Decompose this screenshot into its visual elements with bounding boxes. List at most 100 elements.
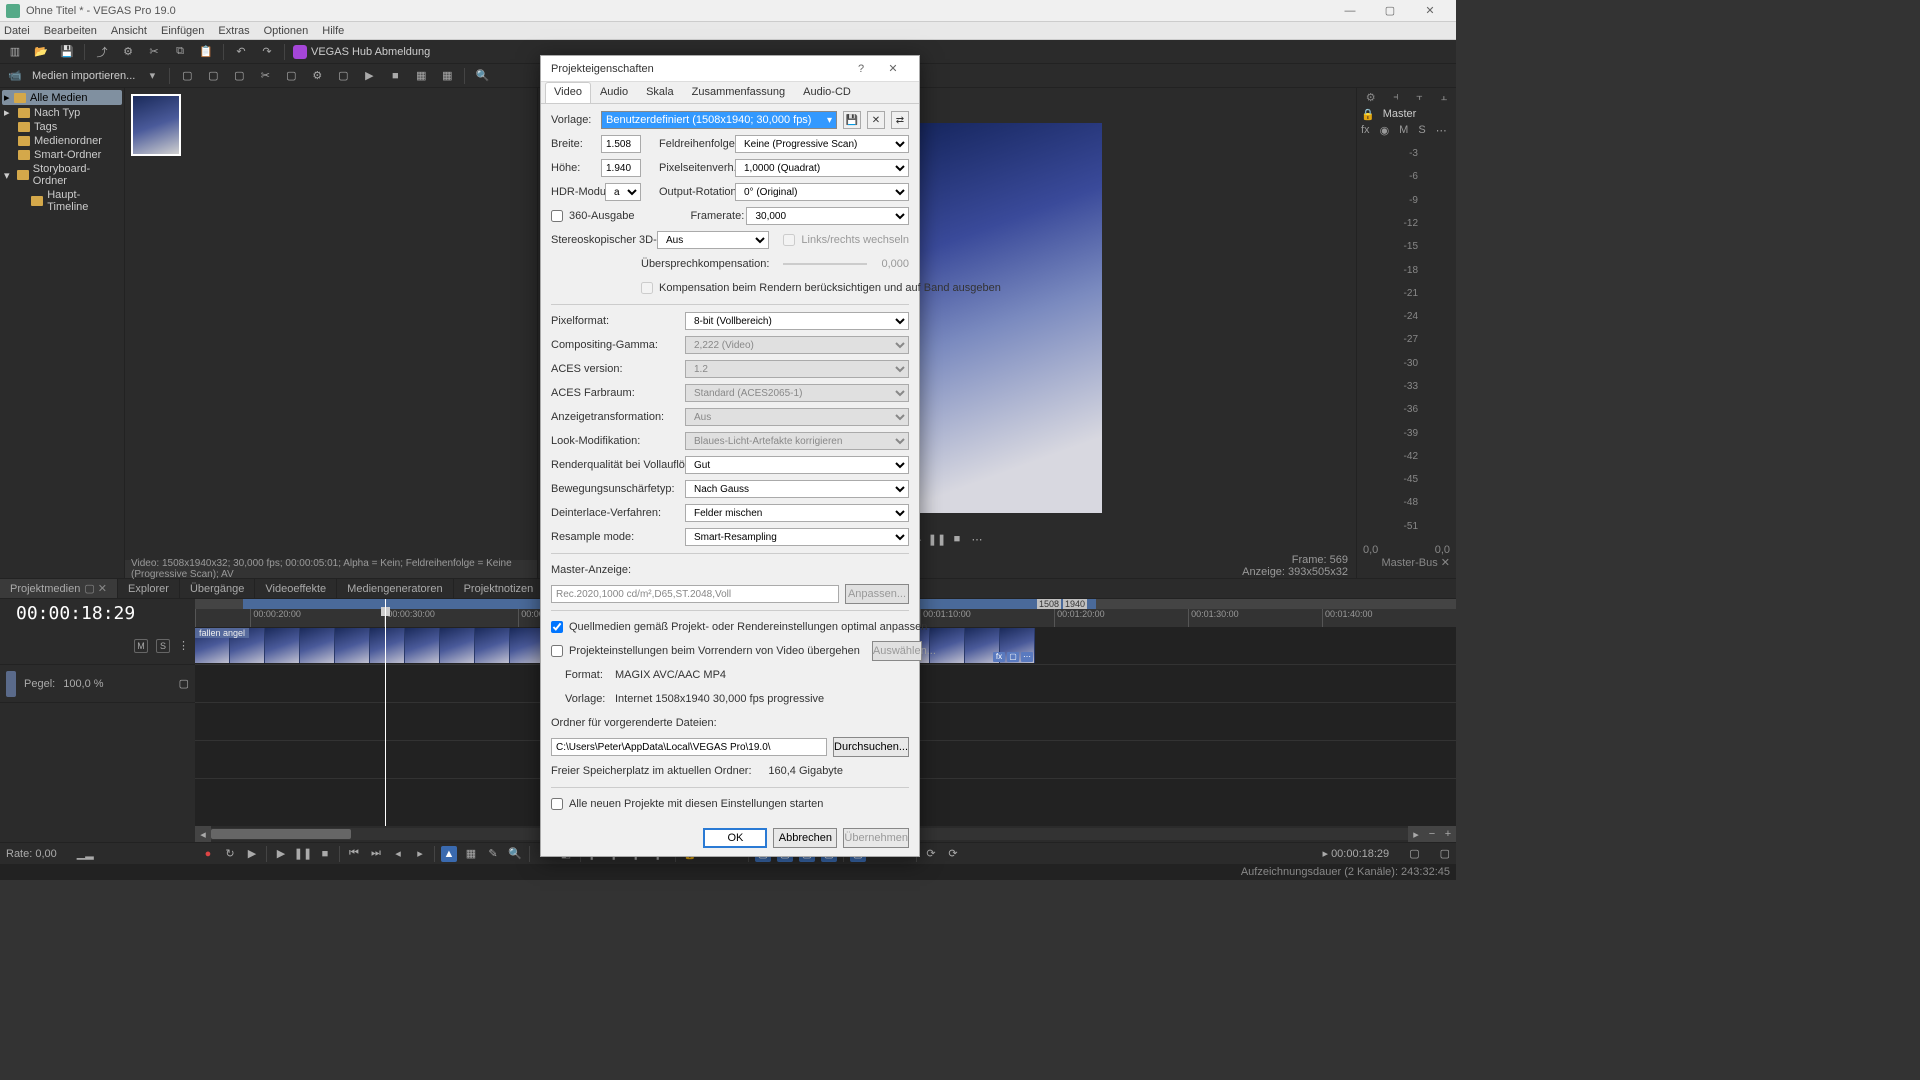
tab-explorer[interactable]: Explorer <box>118 579 180 598</box>
undo-icon[interactable]: ↶ <box>232 43 250 61</box>
go-start-icon[interactable]: ⏮ <box>346 846 362 862</box>
render-icon[interactable]: ⤴ <box>93 43 111 61</box>
hdr-select[interactable]: aus <box>605 183 641 201</box>
clip-gen-icon[interactable]: ▢ <box>1007 652 1019 662</box>
pixelaspect-select[interactable]: 1,0000 (Quadrat) <box>735 159 909 177</box>
preview-pause-icon[interactable]: ❚❚ <box>930 532 944 546</box>
playhead[interactable] <box>385 599 386 627</box>
t2-btn3[interactable]: ▢ <box>230 67 248 85</box>
cancel-button[interactable]: Abbrechen <box>773 828 837 848</box>
tree-medienordner[interactable]: Medienordner <box>2 134 122 148</box>
tree-storyboard[interactable]: ▾Storyboard-Ordner <box>2 162 122 188</box>
framerate-select[interactable]: 30,000 <box>746 207 909 225</box>
fieldorder-select[interactable]: Keine (Progressive Scan) <box>735 135 909 153</box>
capture-icon[interactable]: 📹 <box>6 67 24 85</box>
menu-ansicht[interactable]: Ansicht <box>111 25 147 37</box>
ok-button[interactable]: OK <box>703 828 767 848</box>
track-menu-icon[interactable]: ⋮ <box>178 639 189 652</box>
cut-icon[interactable]: ✂ <box>145 43 163 61</box>
timeline-cursor[interactable] <box>385 627 386 826</box>
tb-e2-icon[interactable]: ⟳ <box>945 846 961 862</box>
tab-videoeffekte[interactable]: Videoeffekte <box>255 579 337 598</box>
tree-tags[interactable]: Tags <box>2 120 122 134</box>
zoom-out-icon[interactable]: − <box>1424 826 1440 842</box>
next-frame-icon[interactable]: ▸ <box>412 846 428 862</box>
motionblur-select[interactable]: Nach Gauss <box>685 480 909 498</box>
save-template-icon[interactable]: 💾 <box>843 111 861 129</box>
scroll-thumb[interactable] <box>211 829 351 839</box>
new-icon[interactable]: ▥ <box>6 43 24 61</box>
adjust-source-checkbox[interactable] <box>551 621 563 633</box>
paste-icon[interactable]: 📋 <box>197 43 215 61</box>
stereo3d-select[interactable]: Aus <box>657 231 769 249</box>
t2-btn6[interactable]: ⚙ <box>308 67 326 85</box>
t2-btn9[interactable]: ▦ <box>438 67 456 85</box>
hub-button[interactable]: VEGAS Hub Abmeldung <box>293 45 430 59</box>
tool-sel-icon[interactable]: ▦ <box>463 846 479 862</box>
dialog-close-icon[interactable]: ✕ <box>877 56 909 82</box>
template-select[interactable]: Benutzerdefiniert (1508x1940; 30,000 fps… <box>601 111 837 129</box>
preview-next-icon[interactable]: ⋯ <box>970 532 984 546</box>
tab-skala[interactable]: Skala <box>637 82 683 103</box>
all-new-projects-checkbox[interactable] <box>551 798 563 810</box>
track-fx-icon[interactable]: ▢ <box>179 677 189 690</box>
meter-icon[interactable]: ⫞ <box>1393 91 1399 104</box>
dialog-help-icon[interactable]: ? <box>845 56 877 82</box>
resample-select[interactable]: Smart-Resampling <box>685 528 909 546</box>
media-thumbnail[interactable] <box>131 94 181 156</box>
rotation-select[interactable]: 0° (Original) <box>735 183 909 201</box>
pixelformat-select[interactable]: 8-bit (Vollbereich) <box>685 312 909 330</box>
scroll-right-icon[interactable]: ▸ <box>1408 826 1424 842</box>
tool-cursor-icon[interactable]: ▲ <box>441 846 457 862</box>
tb-e1-icon[interactable]: ⟳ <box>923 846 939 862</box>
gear-icon[interactable]: ⚙ <box>1366 91 1376 104</box>
prerender-override-checkbox[interactable] <box>551 645 563 657</box>
menu-bearbeiten[interactable]: Bearbeiten <box>44 25 97 37</box>
play-icon[interactable]: ▶ <box>360 67 378 85</box>
tree-smart-ordner[interactable]: Smart-Ordner <box>2 148 122 162</box>
play2-icon[interactable]: ▶ <box>273 846 289 862</box>
tab-mediengeneratoren[interactable]: Mediengeneratoren <box>337 579 453 598</box>
prerender-folder-input[interactable] <box>551 738 827 756</box>
go-end-icon[interactable]: ⏭ <box>368 846 384 862</box>
height-input[interactable] <box>601 159 641 177</box>
tab-audio-cd[interactable]: Audio-CD <box>794 82 860 103</box>
menu-extras[interactable]: Extras <box>218 25 249 37</box>
open-icon[interactable]: 📂 <box>32 43 50 61</box>
tree-nach-typ[interactable]: ▸Nach Typ <box>2 105 122 120</box>
match-media-icon[interactable]: ⇄ <box>891 111 909 129</box>
minimize-button[interactable]: — <box>1330 0 1370 22</box>
t2-btn8[interactable]: ▦ <box>412 67 430 85</box>
play-start-icon[interactable]: ▶ <box>244 846 260 862</box>
tab-audio[interactable]: Audio <box>591 82 637 103</box>
t2-btn4[interactable]: ✂ <box>256 67 274 85</box>
prev-frame-icon[interactable]: ◂ <box>390 846 406 862</box>
360-checkbox[interactable] <box>551 210 563 222</box>
tab-zusammenfassung[interactable]: Zusammenfassung <box>683 82 795 103</box>
dialog-titlebar[interactable]: Projekteigenschaften ? ✕ <box>541 56 919 82</box>
close-button[interactable]: ✕ <box>1410 0 1450 22</box>
t2-btn1[interactable]: ▢ <box>178 67 196 85</box>
tree-haupt-timeline[interactable]: Haupt-Timeline <box>2 188 122 214</box>
menu-hilfe[interactable]: Hilfe <box>322 25 344 37</box>
clip-fx-icon[interactable]: fx <box>993 652 1005 662</box>
rate-slider-icon[interactable]: ▁▂ <box>77 847 94 860</box>
menu-einfuegen[interactable]: Einfügen <box>161 25 204 37</box>
lock-icon[interactable]: 🔒 <box>1361 108 1375 121</box>
scroll-left-icon[interactable]: ◂ <box>195 826 211 842</box>
t2-btn2[interactable]: ▢ <box>204 67 222 85</box>
fader-icon[interactable]: ⫟ <box>1416 91 1423 104</box>
track-header-1b[interactable]: Pegel: 100,0 % ▢ <box>0 665 195 703</box>
tab-projektnotizen[interactable]: Projektnotizen <box>454 579 545 598</box>
record-icon[interactable]: ● <box>200 846 216 862</box>
timecode-display[interactable]: 00:00:18:29 <box>0 603 195 624</box>
menu-datei[interactable]: Datei <box>4 25 30 37</box>
properties-icon[interactable]: ⚙ <box>119 43 137 61</box>
import-button[interactable]: Medien importieren... <box>32 70 135 82</box>
tab-video[interactable]: Video <box>545 82 591 103</box>
t2-btn7[interactable]: ▢ <box>334 67 352 85</box>
loop-icon[interactable]: ↻ <box>222 846 238 862</box>
stop-icon[interactable]: ■ <box>386 67 404 85</box>
track-header-1[interactable]: M S ⋮ <box>0 627 195 665</box>
sliders-icon[interactable]: ⫠ <box>1441 91 1448 104</box>
